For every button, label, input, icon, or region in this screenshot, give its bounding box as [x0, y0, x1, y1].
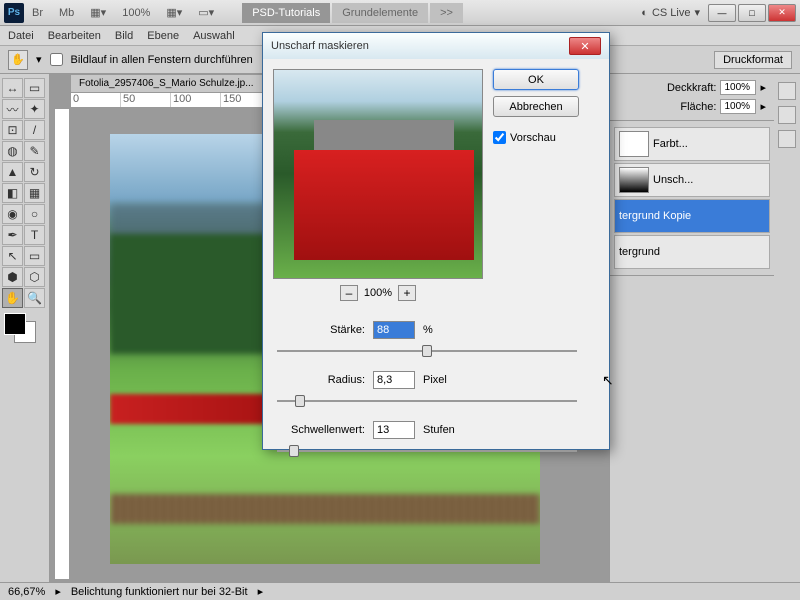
hand-tool[interactable]: ✋: [2, 288, 23, 308]
pen-tool[interactable]: ✒: [2, 225, 23, 245]
toolbox: ↔ ▭ 〰 ✦ ⊡ / ◍ ✎ ▲ ↻ ◧ ▦ ◉ ○ ✒ T ↖ ▭ ⬢ ⬡ …: [0, 74, 50, 600]
druckformat-button[interactable]: Druckformat: [714, 51, 792, 69]
preview-checkbox[interactable]: [493, 131, 506, 144]
type-tool[interactable]: T: [24, 225, 45, 245]
lasso-tool[interactable]: 〰: [2, 99, 23, 119]
status-bar: 66,67% ▸ Belichtung funktioniert nur bei…: [0, 582, 800, 600]
hand-tool-icon[interactable]: ✋: [8, 50, 28, 70]
zoom-tool[interactable]: 🔍: [24, 288, 45, 308]
marquee-tool[interactable]: ▭: [24, 78, 45, 98]
status-zoom[interactable]: 66,67%: [8, 586, 45, 598]
title-bar: Ps Br Mb ▦▾ 100% ▦▾ ▭▾ PSD-Tutorials Gru…: [0, 0, 800, 26]
cs-live[interactable]: ◐CS Live▾: [641, 6, 700, 19]
threshold-label: Schwellenwert:: [277, 424, 365, 436]
menu-bild[interactable]: Bild: [115, 30, 133, 42]
right-panels: Deckkraft:100%▸ Fläche:100%▸ Farbt... Un…: [609, 74, 774, 600]
bridge-button[interactable]: Br: [26, 5, 49, 21]
menu-datei[interactable]: Datei: [8, 30, 34, 42]
screenmode-icon[interactable]: ▭▾: [192, 4, 220, 21]
preview-zoom-value: 100%: [364, 287, 392, 299]
gradient-tool[interactable]: ▦: [24, 183, 45, 203]
unsharp-mask-dialog: Unscharf maskieren ✕ – 100% + OK Abbrech…: [262, 32, 610, 450]
threshold-unit: Stufen: [423, 424, 455, 436]
arrange-icon[interactable]: ▦▾: [160, 4, 188, 21]
wand-tool[interactable]: ✦: [24, 99, 45, 119]
fill-label: Fläche:: [680, 101, 716, 113]
shape-tool[interactable]: ▭: [24, 246, 45, 266]
workspace-tabs: PSD-Tutorials Grundelemente >>: [242, 3, 465, 23]
menu-auswahl[interactable]: Auswahl: [193, 30, 235, 42]
amount-input[interactable]: [373, 321, 415, 339]
stamp-tool[interactable]: ▲: [2, 162, 23, 182]
opacity-value[interactable]: 100%: [720, 80, 756, 95]
threshold-slider[interactable]: [277, 441, 577, 461]
eyedropper-tool[interactable]: /: [24, 120, 45, 140]
tab-grundelemente[interactable]: Grundelemente: [332, 3, 428, 23]
filter-unscharf[interactable]: Unsch...: [614, 163, 770, 197]
eraser-tool[interactable]: ◧: [2, 183, 23, 203]
amount-label: Stärke:: [277, 324, 365, 336]
foreground-color[interactable]: [4, 313, 26, 335]
zoom-in-button[interactable]: +: [398, 285, 416, 301]
right-icon-dock: [774, 74, 800, 600]
dock-icon-2[interactable]: [778, 106, 796, 124]
cancel-button[interactable]: Abbrechen: [493, 96, 579, 117]
photoshop-icon: Ps: [4, 3, 24, 23]
dock-icon-3[interactable]: [778, 130, 796, 148]
history-brush-tool[interactable]: ↻: [24, 162, 45, 182]
preview-checkbox-label: Vorschau: [510, 132, 556, 144]
close-button[interactable]: ✕: [768, 4, 796, 22]
ok-button[interactable]: OK: [493, 69, 579, 90]
heal-tool[interactable]: ◍: [2, 141, 23, 161]
menu-bearbeiten[interactable]: Bearbeiten: [48, 30, 101, 42]
tab-more[interactable]: >>: [430, 3, 463, 23]
minibridge-button[interactable]: Mb: [53, 5, 80, 21]
3d-cam-tool[interactable]: ⬡: [24, 267, 45, 287]
status-message: Belichtung funktioniert nur bei 32-Bit: [71, 586, 248, 598]
cursor-icon: ↖: [602, 372, 614, 389]
radius-slider[interactable]: [277, 391, 577, 411]
crop-tool[interactable]: ⊡: [2, 120, 23, 140]
zoom-level[interactable]: 100%: [116, 5, 156, 21]
layer-hintergrund[interactable]: tergrund: [614, 235, 770, 269]
dock-icon-1[interactable]: [778, 82, 796, 100]
maximize-button[interactable]: □: [738, 4, 766, 22]
zoom-out-button[interactable]: –: [340, 285, 358, 301]
color-swatches[interactable]: [2, 313, 44, 343]
blur-tool[interactable]: ◉: [2, 204, 23, 224]
radius-input[interactable]: [373, 371, 415, 389]
ruler-vertical: [54, 108, 70, 580]
layer-hintergrund-kopie[interactable]: tergrund Kopie: [614, 199, 770, 233]
radius-unit: Pixel: [423, 374, 447, 386]
dialog-close-button[interactable]: ✕: [569, 37, 601, 55]
fill-value[interactable]: 100%: [720, 99, 756, 114]
amount-slider[interactable]: [277, 341, 577, 361]
radius-label: Radius:: [277, 374, 365, 386]
brush-tool[interactable]: ✎: [24, 141, 45, 161]
path-tool[interactable]: ↖: [2, 246, 23, 266]
opacity-label: Deckkraft:: [667, 82, 717, 94]
minimize-button[interactable]: —: [708, 4, 736, 22]
view-menu-icon[interactable]: ▦▾: [84, 4, 112, 21]
3d-tool[interactable]: ⬢: [2, 267, 23, 287]
scroll-all-checkbox[interactable]: [50, 53, 63, 66]
menu-ebene[interactable]: Ebene: [147, 30, 179, 42]
dialog-title-bar[interactable]: Unscharf maskieren ✕: [263, 33, 609, 59]
move-tool[interactable]: ↔: [2, 78, 23, 98]
tab-psd-tutorials[interactable]: PSD-Tutorials: [242, 3, 330, 23]
scroll-all-label: Bildlauf in allen Fenstern durchführen: [71, 54, 253, 66]
filter-farbton[interactable]: Farbt...: [614, 127, 770, 161]
dodge-tool[interactable]: ○: [24, 204, 45, 224]
threshold-input[interactable]: [373, 421, 415, 439]
document-tab[interactable]: Fotolia_2957406_S_Mario Schulze.jp...: [70, 74, 263, 93]
amount-unit: %: [423, 324, 433, 336]
dialog-title: Unscharf maskieren: [271, 40, 369, 52]
preview-image[interactable]: [273, 69, 483, 279]
